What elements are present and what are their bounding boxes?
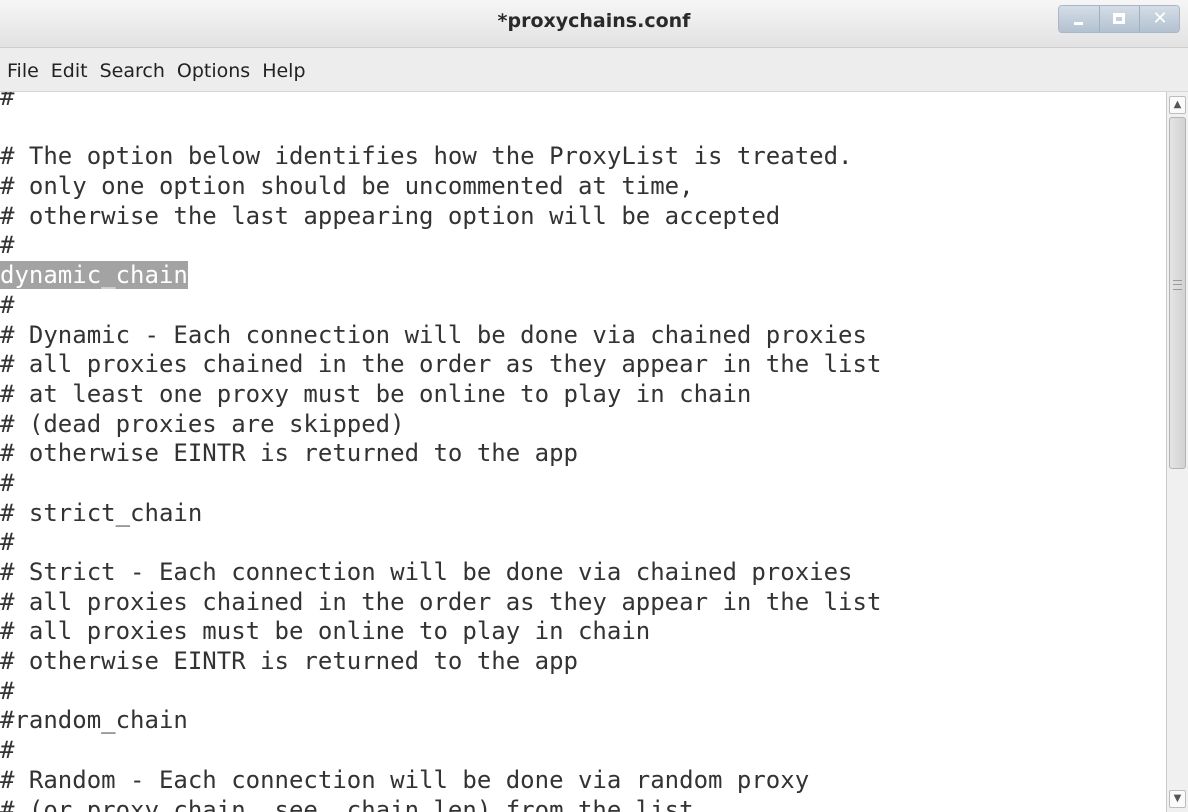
text-line[interactable]: # The option below identifies how the Pr… [0, 142, 881, 172]
text-lines: # # The option below identifies how the … [0, 92, 881, 812]
text-line[interactable]: # all proxies must be online to play in … [0, 617, 881, 647]
minimize-icon [1074, 22, 1083, 25]
close-button[interactable]: ✕ [1139, 6, 1179, 32]
text-line[interactable]: # [0, 528, 881, 558]
text-line[interactable]: # otherwise EINTR is returned to the app [0, 647, 881, 677]
text-line[interactable]: # (or proxy chain, see chain_len) from t… [0, 796, 881, 812]
title-bar[interactable]: *proxychains.conf ✕ [0, 0, 1188, 48]
text-line[interactable]: # [0, 291, 881, 321]
maximize-button[interactable] [1099, 6, 1139, 32]
text-line[interactable]: # otherwise EINTR is returned to the app [0, 439, 881, 469]
text-line[interactable]: # all proxies chained in the order as th… [0, 588, 881, 618]
selected-text[interactable]: dynamic_chain [0, 261, 188, 290]
text-line[interactable]: # [0, 469, 881, 499]
menu-options[interactable]: Options [177, 57, 250, 82]
text-line[interactable]: #random_chain [0, 706, 881, 736]
text-line[interactable]: # Strict - Each connection will be done … [0, 558, 881, 588]
menu-help[interactable]: Help [262, 57, 305, 82]
text-line[interactable] [0, 113, 881, 143]
scrollbar-thumb[interactable] [1169, 117, 1186, 469]
text-line[interactable]: # at least one proxy must be online to p… [0, 380, 881, 410]
text-line[interactable]: # Dynamic - Each connection will be done… [0, 321, 881, 351]
text-line[interactable]: # [0, 92, 881, 113]
text-line[interactable]: # only one option should be uncommented … [0, 172, 881, 202]
chevron-up-icon: ▲ [1173, 99, 1182, 110]
text-line[interactable]: # [0, 231, 881, 261]
menu-bar: File Edit Search Options Help [0, 48, 1188, 92]
text-line[interactable]: # otherwise the last appearing option wi… [0, 202, 881, 232]
text-line[interactable]: # strict_chain [0, 499, 881, 529]
text-line[interactable]: # [0, 677, 881, 707]
text-editor-window: *proxychains.conf ✕ File Edit Search Opt… [0, 0, 1188, 812]
close-icon: ✕ [1152, 8, 1168, 29]
menu-search[interactable]: Search [100, 57, 165, 82]
window-title: *proxychains.conf [497, 10, 691, 32]
scroll-up-button[interactable]: ▲ [1169, 96, 1186, 114]
chevron-down-icon: ▼ [1173, 793, 1182, 804]
text-line[interactable]: # (dead proxies are skipped) [0, 410, 881, 440]
grip-icon [1173, 280, 1182, 290]
text-line[interactable]: # [0, 736, 881, 766]
vertical-scrollbar[interactable]: ▲ ▼ [1166, 92, 1188, 812]
text-line-selected[interactable]: dynamic_chain [0, 261, 881, 291]
window-controls: ✕ [1058, 5, 1180, 33]
menu-file[interactable]: File [7, 57, 39, 82]
text-area[interactable]: # # The option below identifies how the … [0, 92, 1166, 812]
minimize-button[interactable] [1059, 6, 1099, 32]
menu-edit[interactable]: Edit [51, 57, 88, 82]
scroll-down-button[interactable]: ▼ [1169, 790, 1186, 808]
maximize-icon [1113, 13, 1125, 24]
text-line[interactable]: # all proxies chained in the order as th… [0, 350, 881, 380]
text-line[interactable]: # Random - Each connection will be done … [0, 766, 881, 796]
